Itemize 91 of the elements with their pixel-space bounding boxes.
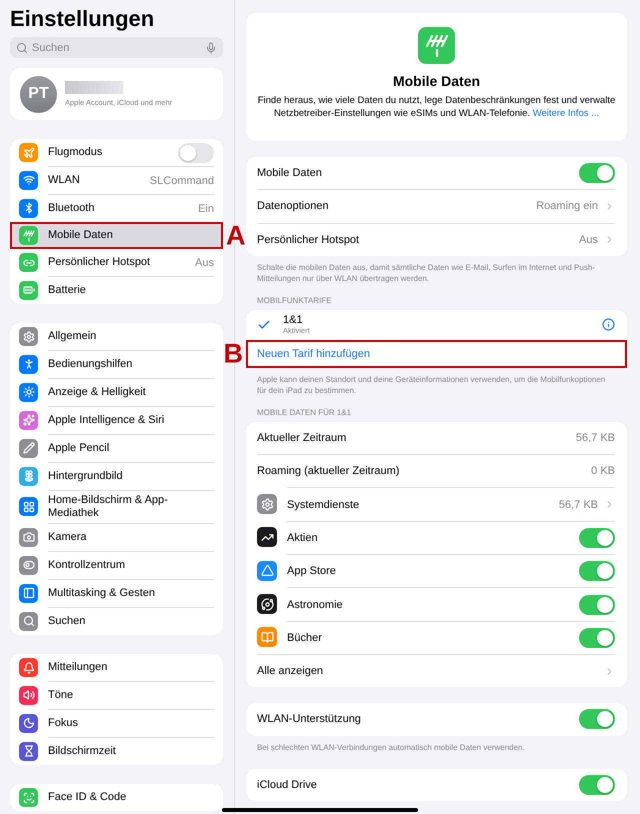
sidebar-item[interactable]: WLAN SLCommand [10, 166, 223, 194]
item-label: Multitasking & Gesten [48, 586, 156, 601]
search-icon [16, 42, 28, 54]
item-label: Persönlicher Hotspot [48, 255, 152, 270]
sidebar-item[interactable]: Flugmodus [10, 139, 223, 166]
item-label: Home-Bildschirm & App-Mediathek [48, 493, 169, 521]
section-footer: Apple kann deinen Standort und deine Geräteinformationen verwenden, um die Mobilfunkoptionen für dein iPad zu bestimmen. [246, 374, 627, 396]
annotation-letter: A [226, 222, 246, 249]
row-label: Aktueller Zeitraum [257, 432, 346, 444]
item-label: Anzeige & Helligkeit [48, 385, 147, 400]
tariff-name: 1&1 [283, 314, 304, 326]
sidebar-item[interactable]: Multitasking & Gesten [10, 579, 223, 607]
item-label: Hintergrundbild [48, 469, 124, 484]
toggle-switch[interactable] [579, 774, 615, 795]
row-label: Astronomie [287, 598, 343, 611]
search-bar[interactable]: Suchen [10, 37, 223, 58]
item-value: SLCommand [150, 174, 214, 186]
annotation-letter: B [224, 340, 243, 368]
sidebar-item[interactable]: Hintergrundbild [10, 462, 223, 490]
toggle-switch[interactable] [579, 709, 615, 730]
item-label: Töne [48, 688, 74, 703]
row-label: Persönlicher Hotspot [257, 234, 360, 246]
sidebar-item[interactable]: Face ID & Code [10, 784, 223, 811]
row-label: Roaming (aktueller Zeitraum) [257, 465, 400, 478]
item-label: Flugmodus [48, 145, 104, 160]
item-label: Suchen [48, 614, 86, 629]
sidebar-item[interactable]: Anzeige & Helligkeit [10, 378, 223, 406]
microphone-icon[interactable] [205, 42, 217, 54]
section-footer: Bei schlechten WLAN-Verbindungen automatisch mobile Daten verwenden. [246, 742, 627, 753]
toggle-switch[interactable] [579, 594, 615, 615]
sidebar-item[interactable]: Home-Bildschirm & App-Mediathek [10, 490, 223, 523]
row-value: 56,7 KB [576, 432, 615, 444]
section-footer: Schalte die mobilen Daten aus, damit sämtliche Daten wie E-Mail, Surfen im Internet und Push-Mitteilungen nur über WLAN übertragen werden. [246, 262, 627, 284]
item-label: Face ID & Code [48, 790, 128, 805]
toggle-switch[interactable] [178, 142, 214, 162]
row-label: Aktien [287, 532, 318, 544]
item-label: Bildschirmzeit [48, 744, 117, 759]
search-field[interactable]: Suchen [32, 42, 201, 54]
row-value: Roaming ein [536, 200, 598, 212]
sidebar-item[interactable]: Bedienungshilfen [10, 350, 223, 378]
item-value: Ein [198, 202, 214, 214]
item-label: Apple Pencil [48, 441, 110, 456]
section-header: MOBILFUNKTARIFE [256, 296, 333, 305]
sidebar-item[interactable]: Kamera [10, 523, 223, 551]
toggle-switch[interactable] [579, 561, 615, 582]
page-title: Einstellungen [10, 6, 156, 32]
sidebar-item[interactable]: Suchen [10, 607, 223, 635]
sidebar-item[interactable]: Persönlicher Hotspot Aus [10, 249, 223, 276]
item-label: Kontrollzentrum [48, 558, 126, 573]
row-label: Mobile Daten [257, 167, 322, 180]
sidebar-item[interactable]: Batterie [10, 276, 223, 304]
antenna-icon [418, 27, 455, 64]
intro-description: Finde heraus, wie viele Daten du nutzt, lege Datenbeschränkungen fest und verwalte Netzbetreiber-Einstellungen wie eSIMs und WLAN-Telefonie. Weitere Infos ... [256, 95, 616, 120]
sidebar-item[interactable]: Mitteilungen [10, 654, 223, 681]
sidebar-item[interactable]: Töne [10, 681, 223, 709]
item-label: WLAN [48, 173, 81, 188]
sidebar-item[interactable]: Fokus [10, 709, 223, 737]
item-label: Allgemein [48, 329, 98, 344]
section-header: MOBILE DATEN FÜR 1&1 [256, 408, 352, 417]
item-label: Mitteilungen [48, 660, 108, 675]
row-value: 56,7 KB [558, 498, 598, 511]
item-label: Fokus [48, 716, 79, 731]
row-label: Bücher [287, 632, 322, 644]
add-plan-link[interactable]: Neuen Tarif hinzufügen [257, 348, 370, 360]
sidebar-item[interactable]: Apple Intelligence & Siri [10, 406, 223, 434]
row-value: 0 KB [591, 465, 615, 478]
row-label: Datenoptionen [257, 200, 329, 212]
sidebar-item[interactable]: Apple Pencil [10, 434, 223, 462]
row-label: iCloud Drive [257, 778, 317, 791]
item-label: Mobile Daten [48, 228, 114, 243]
item-label: Bedienungshilfen [48, 357, 134, 372]
row-label: WLAN-Unterstützung [257, 713, 361, 726]
item-label: Kamera [48, 530, 88, 545]
item-label: Apple Intelligence & Siri [48, 413, 166, 428]
item-label: Bluetooth [48, 201, 96, 216]
row-label: App Store [287, 565, 336, 578]
row-value: Aus [579, 234, 598, 246]
row-label: Alle anzeigen [257, 665, 324, 678]
row-label: Systemdienste [287, 498, 360, 511]
info-icon[interactable] [602, 318, 615, 332]
more-info-link[interactable]: Weitere Infos ... [532, 108, 600, 118]
sidebar-item[interactable]: Allgemein [10, 323, 223, 350]
item-value: Aus [195, 256, 214, 268]
toggle-switch[interactable] [579, 628, 615, 648]
item-label: Batterie [48, 283, 87, 298]
toggle-switch[interactable] [579, 528, 615, 548]
sidebar-item[interactable]: Kontrollzentrum [10, 551, 223, 579]
toggle-switch[interactable] [579, 163, 615, 184]
sidebar-item[interactable]: Bildschirmzeit [10, 737, 223, 765]
avatar: PT [20, 76, 57, 112]
intro-title: Mobile Daten [392, 73, 480, 89]
